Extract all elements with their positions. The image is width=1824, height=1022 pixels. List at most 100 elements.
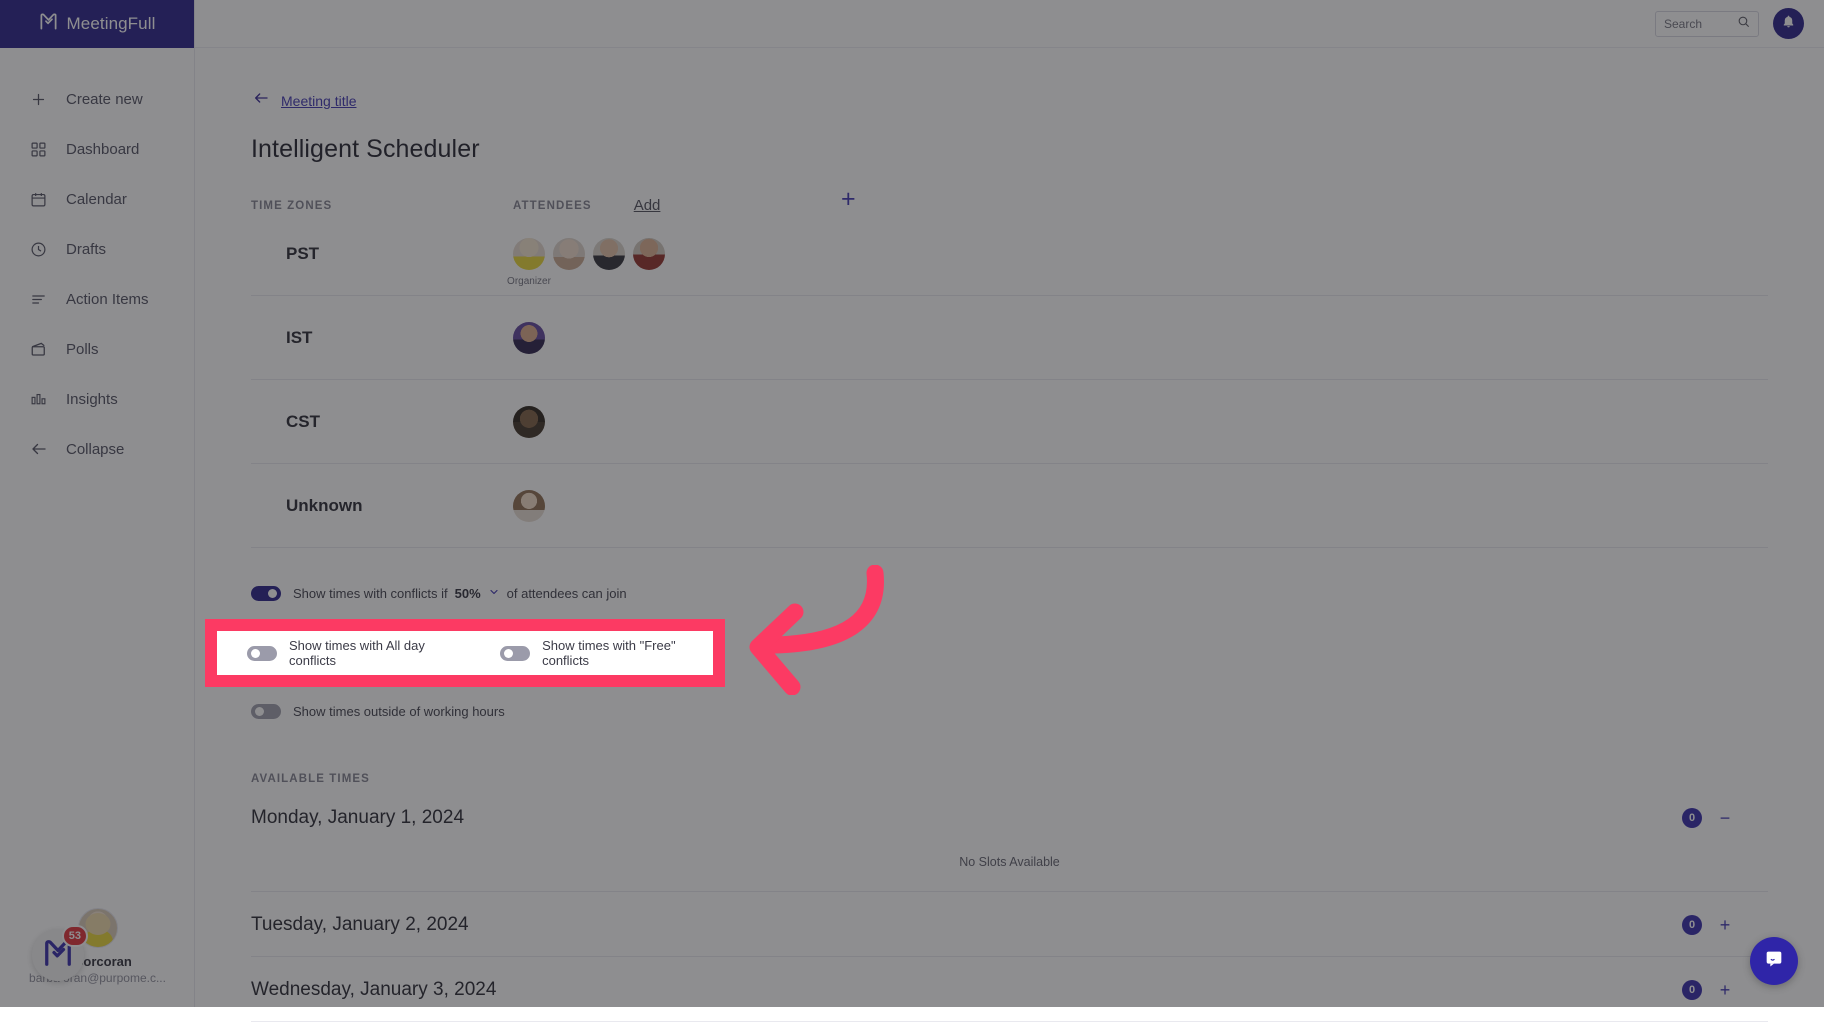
user-email: barba oran@purpome.c...	[0, 971, 195, 985]
show-all-day-conflicts-toggle[interactable]: Show times with All day conflicts	[247, 638, 462, 668]
intercom-chat-button[interactable]	[1750, 937, 1798, 985]
toggle-switch[interactable]	[500, 646, 530, 661]
list-icon	[28, 289, 49, 310]
meetingfull-check-logo-icon	[39, 12, 58, 36]
bell-icon	[1781, 14, 1796, 34]
show-free-conflicts-label: Show times with "Free" conflicts	[542, 638, 713, 668]
status-badge: 0	[1682, 808, 1702, 828]
percent-value[interactable]: 50%	[455, 586, 481, 601]
show-all-day-conflicts-label: Show times with All day conflicts	[289, 638, 462, 668]
attendee[interactable]	[633, 238, 665, 270]
grid-icon	[28, 139, 49, 160]
available-times-heading: AVAILABLE TIMES	[251, 773, 1768, 785]
day-controls: 0 +	[1682, 980, 1768, 1001]
show-conflicts-toggle[interactable]: Show times with conflicts if 50% of atte…	[251, 586, 627, 601]
sidebar-item-action-items[interactable]: Action Items	[0, 274, 194, 324]
attendees-header: ATTENDEES	[513, 200, 592, 212]
breadcrumb[interactable]: Meeting title	[251, 48, 1768, 111]
avatar	[513, 322, 545, 354]
avatar	[633, 238, 665, 270]
show-free-conflicts-toggle[interactable]: Show times with "Free" conflicts	[500, 638, 713, 668]
avatar	[513, 238, 545, 270]
user-name: a Corcoran	[0, 954, 195, 969]
avatar	[513, 490, 545, 522]
sidebar-nav: Create new Dashboard Calendar	[0, 48, 194, 474]
status-badge: 0	[1682, 915, 1702, 935]
timezone-label: CST	[251, 412, 513, 432]
sidebar-item-collapse[interactable]: Collapse	[0, 424, 194, 474]
no-slots-message: No Slots Available	[251, 835, 1768, 892]
sidebar-item-calendar[interactable]: Calendar	[0, 174, 194, 224]
day-title: Tuesday, January 2, 2024	[251, 914, 469, 936]
chat-bubble-icon	[1763, 948, 1785, 975]
attendee-avatars	[513, 322, 545, 354]
toggle-switch[interactable]	[251, 704, 281, 719]
attendee-avatars	[513, 406, 545, 438]
attendee[interactable]	[513, 322, 545, 354]
attendee-avatars: Organizer	[513, 238, 665, 270]
search-box[interactable]	[1655, 11, 1759, 37]
sidebar-item-drafts[interactable]: Drafts	[0, 224, 194, 274]
timezone-label: Unknown	[251, 496, 513, 516]
sidebar: MeetingFull Create new Dashboard	[0, 0, 195, 1007]
search-input[interactable]	[1664, 17, 1731, 31]
show-outside-working-hours-label: Show times outside of working hours	[293, 704, 505, 719]
attendee[interactable]	[553, 238, 585, 270]
brand-name: MeetingFull	[67, 14, 156, 34]
highlight-frame: Show times with All day conflicts Show t…	[205, 619, 725, 687]
attendee-avatars	[513, 490, 545, 522]
poll-box-icon	[28, 339, 49, 360]
brand-logo[interactable]: MeetingFull	[0, 0, 194, 48]
notifications-button[interactable]	[1773, 8, 1804, 39]
toggle-switch[interactable]	[247, 646, 277, 661]
attendee[interactable]	[593, 238, 625, 270]
calendar-icon	[28, 189, 49, 210]
plus-icon[interactable]: +	[1718, 915, 1732, 936]
minus-icon[interactable]: −	[1718, 808, 1732, 829]
attendee[interactable]	[513, 490, 545, 522]
sidebar-item-label: Collapse	[66, 441, 124, 458]
sidebar-item-insights[interactable]: Insights	[0, 374, 194, 424]
arrow-left-icon	[251, 90, 271, 111]
plus-icon[interactable]: +	[1718, 980, 1732, 1001]
list-item: Wednesday, January 3, 2024 0 +	[251, 957, 1768, 1022]
sidebar-item-create-new[interactable]: Create new	[0, 74, 194, 124]
bar-chart-icon	[28, 389, 49, 410]
table-row: CST	[251, 380, 1768, 464]
arrow-left-icon	[28, 439, 49, 460]
avatar	[553, 238, 585, 270]
sidebar-item-dashboard[interactable]: Dashboard	[0, 124, 194, 174]
toggle-switch[interactable]	[251, 586, 281, 601]
sidebar-item-polls[interactable]: Polls	[0, 324, 194, 374]
label-text-before: Show times with conflicts if	[293, 586, 448, 601]
outside-working-hours-row: Show times outside of working hours	[251, 704, 1768, 719]
page-title: Intelligent Scheduler	[251, 135, 1768, 164]
status-badge: 0	[1682, 980, 1702, 1000]
sidebar-item-label: Dashboard	[66, 141, 139, 158]
top-bar	[195, 0, 1824, 48]
day-title: Monday, January 1, 2024	[251, 807, 464, 829]
timezone-label: IST	[251, 328, 513, 348]
avatar	[593, 238, 625, 270]
back-link-label[interactable]: Meeting title	[281, 93, 356, 109]
day-title: Wednesday, January 3, 2024	[251, 979, 496, 1001]
chevron-down-icon[interactable]	[488, 586, 500, 601]
label-text-after: of attendees can join	[507, 586, 627, 601]
main-content: Meeting title Intelligent Scheduler TIME…	[195, 48, 1824, 1007]
show-outside-working-hours-toggle[interactable]: Show times outside of working hours	[251, 704, 505, 719]
plus-icon	[28, 89, 49, 110]
add-attendee-link[interactable]: Add	[634, 197, 661, 214]
sidebar-item-label: Create new	[66, 91, 143, 108]
attendee[interactable]	[513, 406, 545, 438]
column-headers: TIME ZONES ATTENDEES Add +	[251, 190, 1768, 212]
highlighted-toggles: Show times with All day conflicts Show t…	[217, 631, 713, 675]
attendee[interactable]: Organizer	[513, 238, 545, 270]
day-controls: 0 +	[1682, 915, 1768, 936]
curved-arrow-left-icon	[720, 565, 890, 695]
sidebar-user-profile[interactable]: a Corcoran barba oran@purpome.c...	[0, 908, 195, 985]
add-column-plus-icon[interactable]: +	[841, 185, 856, 214]
launcher-badge: 53	[62, 925, 88, 947]
conflicts-toggle-row: Show times with conflicts if 50% of atte…	[251, 586, 1768, 601]
list-item: Monday, January 1, 2024 0 −	[251, 785, 1768, 835]
chat-launcher-button[interactable]: 53	[32, 929, 84, 981]
